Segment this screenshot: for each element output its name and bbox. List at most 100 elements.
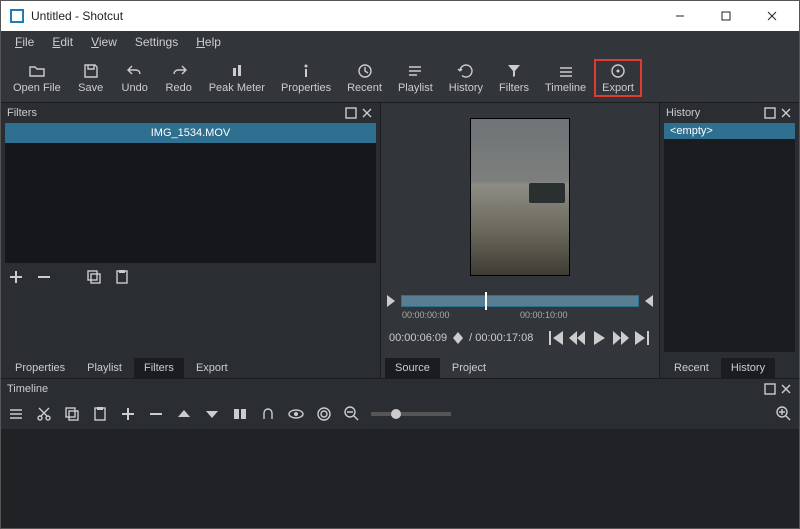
- add-filter-button[interactable]: [7, 268, 25, 286]
- playlist-icon: [406, 62, 424, 80]
- tab-filters[interactable]: Filters: [134, 358, 184, 378]
- tab-properties[interactable]: Properties: [5, 358, 75, 378]
- split-icon[interactable]: [231, 405, 249, 423]
- tab-recent[interactable]: Recent: [664, 358, 719, 378]
- panel-float-icon[interactable]: [344, 106, 358, 120]
- clock-icon: [356, 62, 374, 80]
- history-float-icon[interactable]: [763, 106, 777, 120]
- out-point-icon[interactable]: [643, 295, 653, 307]
- undo-button[interactable]: Undo: [113, 60, 157, 96]
- history-tabs: Recent History: [660, 352, 799, 378]
- window-title: Untitled - Shotcut: [31, 9, 657, 23]
- in-point-icon[interactable]: [387, 295, 397, 307]
- redo-button[interactable]: Redo: [157, 60, 201, 96]
- app-icon: [9, 8, 25, 24]
- ripple-icon[interactable]: [315, 405, 333, 423]
- history-empty[interactable]: <empty>: [664, 123, 795, 139]
- filter-actions: [1, 263, 380, 291]
- lift-icon[interactable]: [175, 405, 193, 423]
- zoom-in-icon[interactable]: [775, 405, 793, 423]
- history-icon: [457, 62, 475, 80]
- video-preview[interactable]: [470, 118, 570, 276]
- save-button[interactable]: Save: [69, 60, 113, 96]
- playlist-button[interactable]: Playlist: [390, 60, 441, 96]
- remove-icon[interactable]: [147, 405, 165, 423]
- properties-button[interactable]: Properties: [273, 60, 339, 96]
- timeline-float-icon[interactable]: [763, 382, 777, 396]
- zoom-handle[interactable]: [391, 409, 401, 419]
- forward-button[interactable]: [613, 331, 629, 345]
- copy-icon[interactable]: [63, 405, 81, 423]
- tab-history[interactable]: History: [721, 358, 775, 378]
- toolbar: Open File Save Undo Redo Peak Meter Prop…: [1, 53, 799, 103]
- zoom-out-icon[interactable]: [343, 405, 361, 423]
- export-button[interactable]: Export: [594, 59, 642, 97]
- playhead[interactable]: [485, 292, 487, 310]
- scrub-row: 00:00:00:00 00:00:10:00: [381, 290, 659, 312]
- save-icon: [82, 62, 100, 80]
- file-item[interactable]: IMG_1534.MOV: [5, 123, 376, 143]
- append-icon[interactable]: [119, 405, 137, 423]
- preview-content: [529, 183, 565, 203]
- menu-view[interactable]: View: [83, 33, 125, 51]
- copy-filter-button[interactable]: [85, 268, 103, 286]
- history-panel: History <empty> Recent History: [659, 103, 799, 378]
- timeline-tracks[interactable]: [1, 429, 799, 528]
- history-button[interactable]: History: [441, 60, 491, 96]
- skip-prev-button[interactable]: [547, 331, 563, 345]
- peakmeter-button[interactable]: Peak Meter: [201, 60, 273, 96]
- paste-icon[interactable]: [91, 405, 109, 423]
- scrub-track[interactable]: 00:00:00:00 00:00:10:00: [401, 295, 639, 307]
- tab-source[interactable]: Source: [385, 358, 440, 378]
- overwrite-icon[interactable]: [203, 405, 221, 423]
- peakmeter-icon: [228, 62, 246, 80]
- file-list: IMG_1534.MOV: [5, 123, 376, 263]
- timeline-icon: [557, 62, 575, 80]
- timeline-close-icon[interactable]: [779, 382, 793, 396]
- play-button[interactable]: [591, 331, 607, 345]
- rewind-button[interactable]: [569, 331, 585, 345]
- menu-settings[interactable]: Settings: [127, 33, 186, 51]
- tab-project[interactable]: Project: [442, 358, 496, 378]
- filters-button[interactable]: Filters: [491, 60, 537, 96]
- undo-icon: [126, 62, 144, 80]
- scrub-icon[interactable]: [287, 405, 305, 423]
- tick-mid: 00:00:10:00: [520, 310, 568, 320]
- timeline-title: Timeline: [7, 383, 48, 395]
- timeline-menu-icon[interactable]: [7, 405, 25, 423]
- menu-edit[interactable]: Edit: [44, 33, 81, 51]
- tab-playlist[interactable]: Playlist: [77, 358, 132, 378]
- timeline-header: Timeline: [1, 379, 799, 399]
- minimize-button[interactable]: [657, 1, 703, 31]
- skip-next-button[interactable]: [635, 331, 651, 345]
- preview-viewport: [381, 103, 659, 290]
- maximize-button[interactable]: [703, 1, 749, 31]
- menu-file[interactable]: File: [7, 33, 42, 51]
- history-close-icon[interactable]: [779, 106, 793, 120]
- time-ticks: 00:00:00:00 00:00:10:00: [402, 310, 638, 320]
- preview-panel: 00:00:00:00 00:00:10:00 00:00:06:09 / 00…: [381, 103, 659, 378]
- time-spinner[interactable]: [453, 332, 463, 344]
- current-time: 00:00:06:09: [389, 332, 447, 344]
- close-button[interactable]: [749, 1, 795, 31]
- history-title: History: [666, 107, 700, 119]
- timeline-button[interactable]: Timeline: [537, 60, 594, 96]
- menu-help[interactable]: Help: [188, 33, 229, 51]
- tab-export[interactable]: Export: [186, 358, 238, 378]
- openfile-button[interactable]: Open File: [5, 60, 69, 96]
- info-icon: [297, 62, 315, 80]
- paste-filter-button[interactable]: [113, 268, 131, 286]
- timeline-panel: Timeline: [1, 378, 799, 528]
- recent-button[interactable]: Recent: [339, 60, 390, 96]
- left-tabs: Properties Playlist Filters Export: [1, 352, 380, 378]
- tick-start: 00:00:00:00: [402, 310, 450, 320]
- disc-icon: [609, 62, 627, 80]
- panel-close-icon[interactable]: [360, 106, 374, 120]
- remove-filter-button[interactable]: [35, 268, 53, 286]
- cut-icon[interactable]: [35, 405, 53, 423]
- folder-open-icon: [28, 62, 46, 80]
- titlebar: Untitled - Shotcut: [1, 1, 799, 31]
- snap-icon[interactable]: [259, 405, 277, 423]
- zoom-slider[interactable]: [371, 412, 451, 416]
- redo-icon: [170, 62, 188, 80]
